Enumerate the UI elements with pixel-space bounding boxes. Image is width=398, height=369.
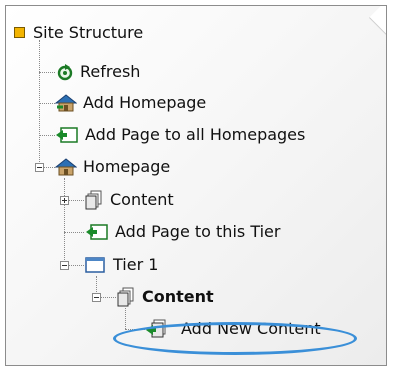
tree-guide-line — [125, 308, 126, 329]
site-structure-icon — [14, 27, 25, 38]
tree-item-content-selected[interactable]: Content — [117, 286, 214, 308]
tree-item-label: Refresh — [80, 62, 141, 81]
tree-guide-line — [39, 103, 55, 104]
tree-item-label: Tier 1 — [113, 255, 159, 274]
panel-background — [6, 6, 386, 365]
add-page-icon — [55, 126, 79, 148]
tier-icon — [85, 257, 105, 277]
tree-item-add-homepage[interactable]: Add Homepage — [54, 92, 207, 117]
tree-item-label: Content — [110, 190, 174, 209]
expand-toggle-icon[interactable] — [60, 196, 69, 205]
tree-guide-line — [125, 329, 145, 330]
content-pages-icon — [117, 287, 135, 311]
collapse-toggle-icon[interactable] — [35, 163, 44, 172]
tree-item-content[interactable]: Content — [85, 189, 174, 211]
collapse-toggle-icon[interactable] — [60, 261, 69, 270]
tree-item-tier-1[interactable]: Tier 1 — [85, 254, 158, 276]
tree-guide-line — [39, 135, 55, 136]
refresh-icon — [56, 63, 74, 85]
tree-guide-line — [39, 40, 40, 168]
tree-item-add-page-to-all-homepages[interactable]: Add Page to all Homepages — [55, 124, 305, 146]
collapse-toggle-icon[interactable] — [92, 293, 101, 302]
tree-item-label: Content — [142, 287, 214, 306]
tree-root-label: Site Structure — [33, 23, 144, 42]
tree-item-add-new-content[interactable]: Add New Content — [145, 318, 321, 340]
tree-item-refresh[interactable]: Refresh — [56, 61, 140, 83]
tree-item-label: Add New Content — [181, 319, 321, 338]
tree-guide-line — [64, 232, 84, 233]
tree-guide-line — [64, 178, 65, 266]
site-structure-panel: Site Structure Refresh Add Homepage Add … — [5, 5, 387, 366]
tree-item-add-page-to-this-tier[interactable]: Add Page to this Tier — [85, 221, 280, 243]
tree-item-label: Add Page to this Tier — [115, 222, 281, 241]
add-page-icon — [85, 223, 109, 245]
content-pages-icon — [85, 190, 103, 214]
tree-item-label: Homepage — [83, 157, 171, 176]
tree-item-homepage[interactable]: Homepage — [54, 156, 171, 181]
tree-item-label: Add Page to all Homepages — [85, 125, 306, 144]
add-content-icon — [145, 319, 169, 343]
homepage-icon — [54, 157, 78, 181]
tree-item-label: Add Homepage — [83, 93, 207, 112]
add-homepage-icon — [54, 93, 78, 117]
tree-guide-line — [39, 72, 55, 73]
tree-root-site-structure[interactable]: Site Structure — [14, 22, 143, 44]
